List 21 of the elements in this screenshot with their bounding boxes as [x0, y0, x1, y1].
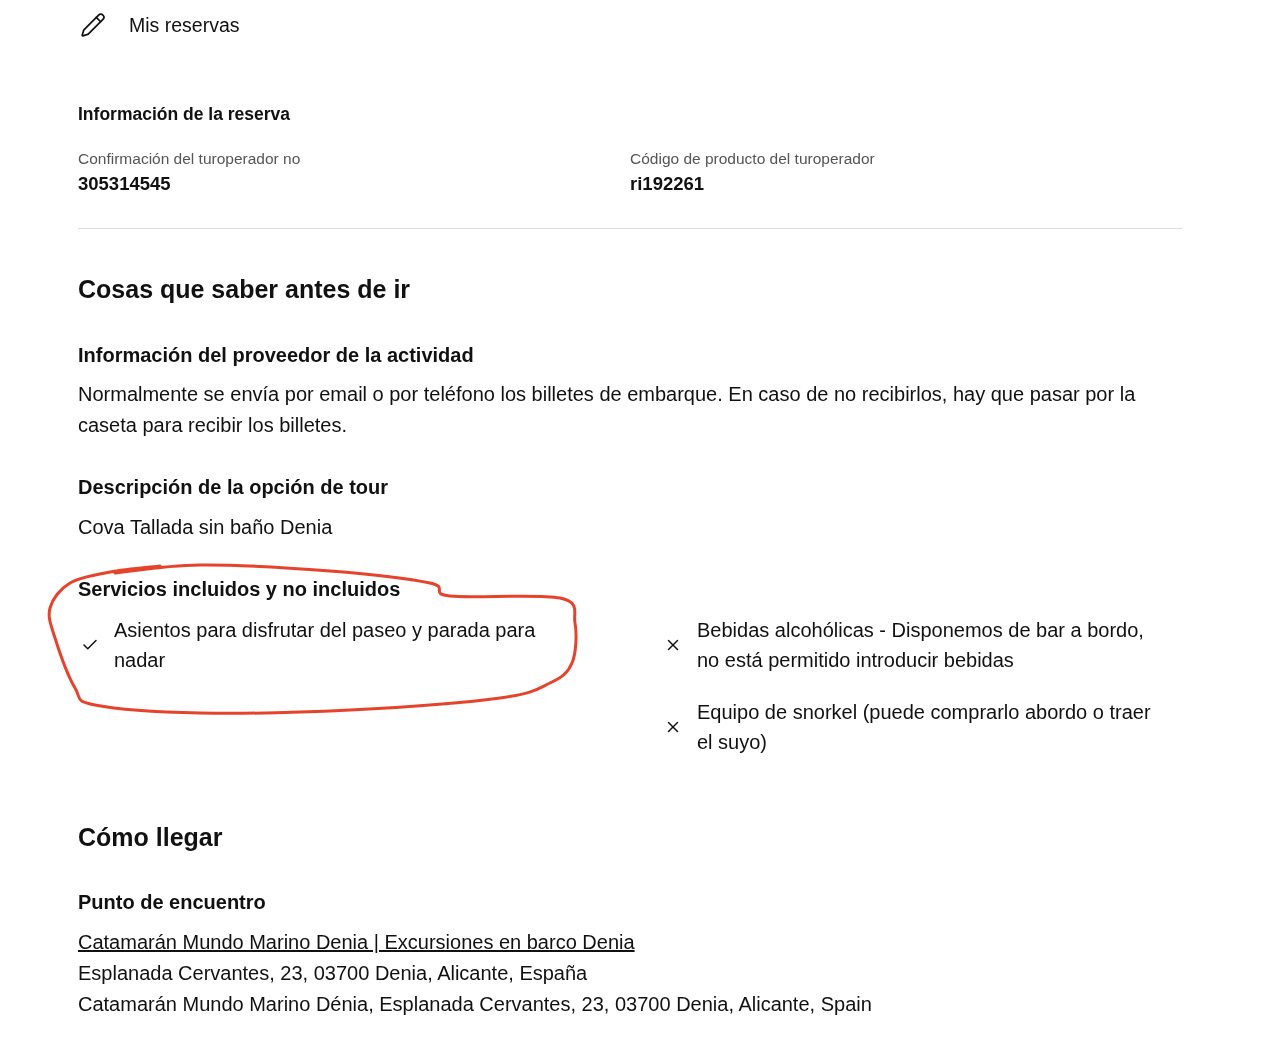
subsection-title: Servicios incluidos y no incluidos	[78, 577, 402, 601]
provider-info-text: Normalmente se envía por email o por teléfono los billetes de embarque. En caso de no recibirlos, hay que pasar por la caseta para recibir los billetes.	[78, 382, 1137, 438]
subsection-title: Información del proveedor de la actividad	[78, 343, 475, 367]
subsection-title: Descripción de la opción de tour	[78, 475, 390, 499]
pencil-icon	[80, 12, 106, 38]
tour-option-text: Cova Tallada sin baño Denia	[78, 515, 334, 540]
field-value: 305314545	[78, 173, 172, 195]
service-text: Equipo de snorkel (puede comprarlo abordo o traer el suyo)	[697, 700, 1152, 755]
service-text: Bebidas alcohólicas - Disponemos de bar a bordo, no está permitido introducir bebidas	[697, 618, 1145, 673]
address-text: Catamarán Mundo Marino Dénia, Esplanada Cervantes, 23, 03700 Denia, Alicante, Spain	[78, 991, 873, 1017]
address-text: Esplanada Cervantes, 23, 03700 Denia, Alicante, España	[78, 961, 589, 986]
service-text: Asientos para disfrutar del paseo y parada para nadar	[114, 618, 537, 673]
field-label: Confirmación del turoperador no	[78, 150, 302, 168]
field-label: Código de producto del turoperador	[630, 150, 876, 168]
section-title: Cómo llegar	[78, 823, 224, 851]
meeting-point-link[interactable]: Catamarán Mundo Marino Denia | Excursiones en barco Denia	[78, 927, 635, 958]
my-bookings-link[interactable]: Mis reservas	[80, 12, 240, 38]
subsection-title: Punto de encuentro	[78, 890, 267, 914]
section-heading: Información de la reserva	[78, 104, 292, 124]
field-value: ri192261	[630, 173, 706, 195]
section-title: Cosas que saber antes de ir	[78, 275, 412, 303]
